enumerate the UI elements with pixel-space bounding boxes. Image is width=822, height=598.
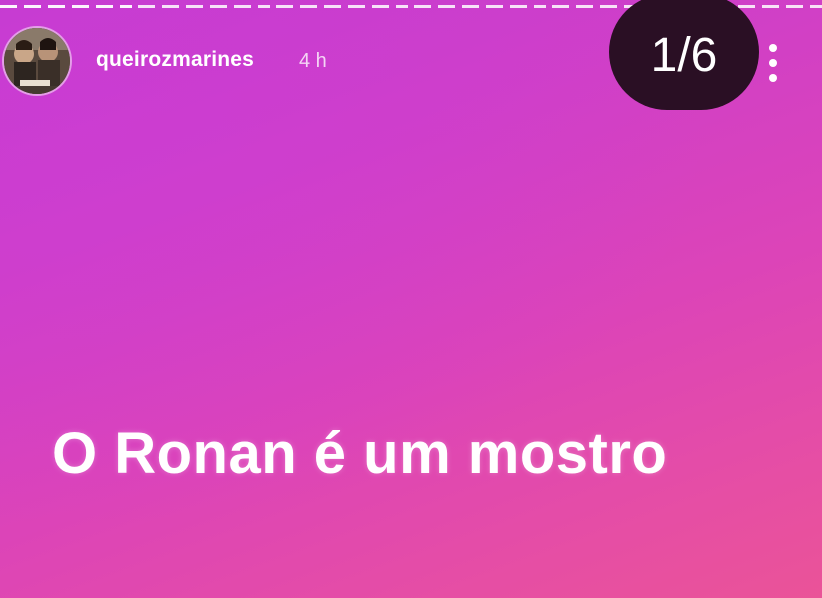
dot bbox=[769, 44, 777, 52]
dot bbox=[769, 74, 777, 82]
progress-segment bbox=[414, 5, 546, 8]
post-time: 4 h bbox=[299, 50, 327, 72]
story-viewer[interactable]: queirozmarines 4 h 1/6 O Ronan é um most… bbox=[0, 0, 822, 598]
avatar[interactable] bbox=[4, 28, 70, 94]
dot bbox=[769, 59, 777, 67]
vertical-ellipsis-icon[interactable] bbox=[764, 44, 782, 82]
progress-segment bbox=[138, 5, 270, 8]
story-counter-badge: 1/6 bbox=[609, 0, 759, 110]
story-caption: O Ronan é um mostro bbox=[52, 421, 668, 486]
username[interactable]: queirozmarines bbox=[96, 48, 254, 72]
progress-segment bbox=[0, 5, 132, 8]
progress-segment bbox=[276, 5, 408, 8]
profile-photo-icon bbox=[4, 28, 70, 94]
